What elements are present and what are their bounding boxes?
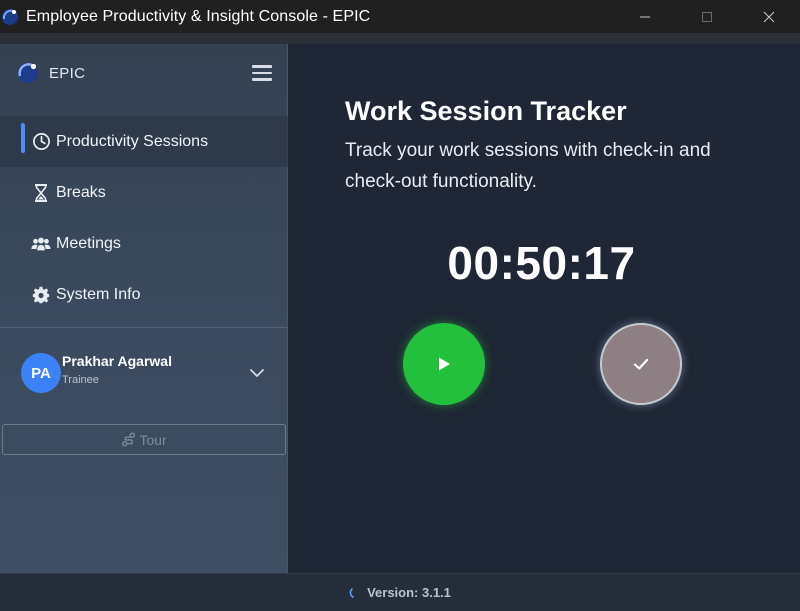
footer: Version: 3.1.1 <box>0 573 800 611</box>
brand-name: EPIC <box>49 64 86 82</box>
minimize-button[interactable] <box>614 0 676 33</box>
brand: EPIC <box>16 61 85 85</box>
maximize-icon <box>702 11 712 22</box>
check-out-button[interactable] <box>600 323 682 405</box>
version-text: Version: 3.1.1 <box>367 585 451 600</box>
sidebar-item-system-info[interactable]: System Info <box>0 269 288 320</box>
sidebar-item-label: Meetings <box>56 234 121 252</box>
tour-label: Tour <box>139 431 167 448</box>
sidebar-item-label: System Info <box>56 285 141 303</box>
user-profile[interactable]: PA Prakhar Agarwal Trainee <box>21 351 276 395</box>
hamburger-menu-icon[interactable] <box>252 65 272 81</box>
sidebar-item-productivity-sessions[interactable]: Productivity Sessions <box>0 116 288 167</box>
check-icon <box>633 358 649 370</box>
spinner-icon <box>349 587 354 598</box>
chevron-down-icon[interactable] <box>249 365 265 381</box>
clock-icon <box>31 132 51 152</box>
close-button[interactable] <box>738 0 800 33</box>
sidebar-item-breaks[interactable]: Breaks <box>0 167 288 218</box>
maximize-button[interactable] <box>676 0 738 33</box>
sidebar: EPIC Productivity Sessions Breaks Meetin… <box>0 44 288 573</box>
epic-logo-icon <box>18 63 38 83</box>
hourglass-icon <box>31 183 51 203</box>
avatar: PA <box>21 353 61 393</box>
window-controls <box>614 0 800 33</box>
sidebar-item-label: Productivity Sessions <box>56 132 209 150</box>
tour-button[interactable]: Tour <box>2 424 286 455</box>
close-icon <box>763 11 775 22</box>
play-icon <box>439 357 450 371</box>
session-timer: 00:50:17 <box>447 237 636 289</box>
sidebar-nav: Productivity Sessions Breaks Meetings Sy… <box>0 116 288 320</box>
page-title: Work Session Tracker <box>345 96 627 126</box>
app-logo-icon <box>2 8 18 25</box>
check-in-button[interactable] <box>403 323 485 405</box>
title-bar: Employee Productivity & Insight Console … <box>0 0 800 33</box>
sidebar-item-meetings[interactable]: Meetings <box>0 218 288 269</box>
sidebar-divider <box>0 327 287 328</box>
title-bar-edge <box>0 33 800 44</box>
user-info: Prakhar Agarwal Trainee <box>62 353 172 386</box>
gear-icon <box>31 285 51 305</box>
page-description: Track your work sessions with check-in a… <box>345 140 711 192</box>
user-role: Trainee <box>62 373 99 386</box>
route-icon <box>122 432 136 447</box>
minimize-icon <box>640 16 650 17</box>
users-icon <box>31 234 51 254</box>
window-title: Employee Productivity & Insight Console … <box>26 7 371 25</box>
user-name: Prakhar Agarwal <box>62 352 172 369</box>
sidebar-item-label: Breaks <box>56 183 106 201</box>
main-content: Work Session Tracker Track your work ses… <box>289 44 800 573</box>
